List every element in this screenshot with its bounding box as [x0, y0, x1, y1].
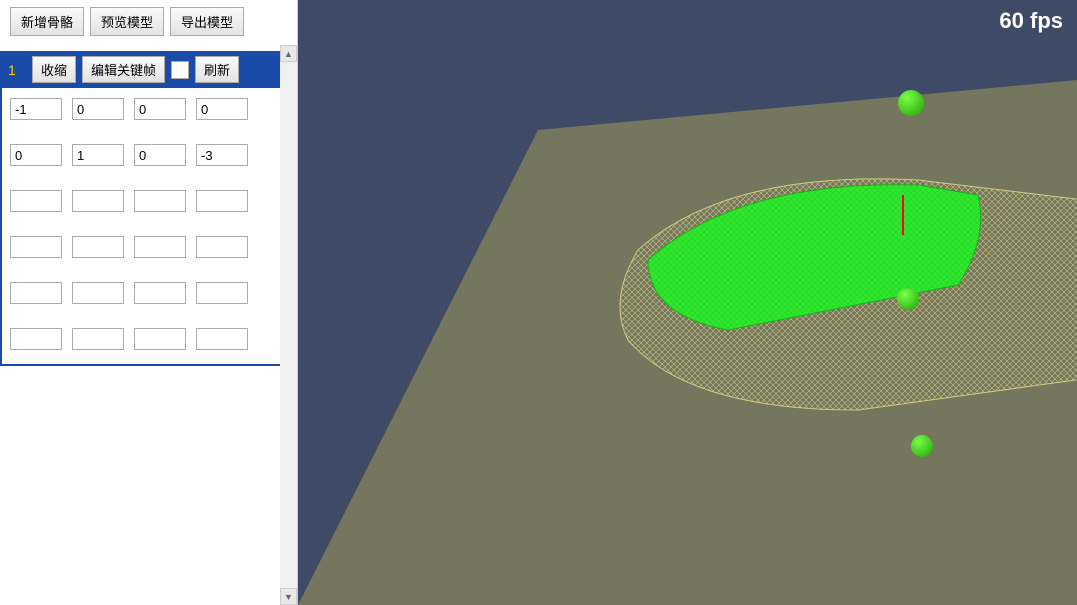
- bone-header: 1 收缩 编辑关键帧 刷新: [0, 51, 297, 88]
- matrix-cell[interactable]: [72, 144, 124, 166]
- matrix-cell[interactable]: [10, 98, 62, 120]
- matrix-cell[interactable]: [10, 190, 62, 212]
- refresh-button[interactable]: 刷新: [195, 56, 239, 83]
- matrix-row: [10, 144, 287, 166]
- add-bone-button[interactable]: 新增骨骼: [10, 7, 84, 36]
- matrix-cell[interactable]: [196, 282, 248, 304]
- matrix-row: [10, 236, 287, 258]
- matrix-cell[interactable]: [10, 144, 62, 166]
- matrix-row: [10, 190, 287, 212]
- matrix-cell[interactable]: [134, 236, 186, 258]
- matrix-cell[interactable]: [134, 282, 186, 304]
- matrix-cell[interactable]: [196, 236, 248, 258]
- matrix-row: [10, 328, 287, 350]
- matrix-cell[interactable]: [72, 98, 124, 120]
- matrix-cell[interactable]: [72, 282, 124, 304]
- preview-model-button[interactable]: 预览模型: [90, 7, 164, 36]
- matrix-row: [10, 98, 287, 120]
- matrix-cell[interactable]: [10, 236, 62, 258]
- scrollbar[interactable]: ▲ ▼: [280, 45, 297, 605]
- scroll-up-icon[interactable]: ▲: [280, 45, 297, 62]
- matrix-row: [10, 282, 287, 304]
- matrix-cell[interactable]: [134, 98, 186, 120]
- edit-keyframe-button[interactable]: 编辑关键帧: [82, 56, 165, 83]
- ship-wireframe: [608, 130, 1077, 450]
- matrix-cell[interactable]: [134, 328, 186, 350]
- bone-index: 1: [8, 62, 26, 78]
- bone-joint-sphere[interactable]: [898, 90, 924, 116]
- matrix-cell[interactable]: [10, 282, 62, 304]
- matrix-cell[interactable]: [72, 190, 124, 212]
- bone-checkbox[interactable]: [171, 61, 189, 79]
- left-panel: 新增骨骼 预览模型 导出模型 1 收缩 编辑关键帧 刷新: [0, 0, 298, 605]
- bone-joint-sphere[interactable]: [911, 435, 933, 457]
- viewport-3d[interactable]: 60 fps: [298, 0, 1077, 605]
- matrix-cell[interactable]: [196, 328, 248, 350]
- bone-joint-sphere[interactable]: [897, 288, 919, 310]
- matrix-cell[interactable]: [72, 236, 124, 258]
- matrix-cell[interactable]: [134, 144, 186, 166]
- main-toolbar: 新增骨骼 预览模型 导出模型: [0, 0, 297, 43]
- matrix-cell[interactable]: [196, 98, 248, 120]
- fps-counter: 60 fps: [999, 8, 1063, 34]
- collapse-button[interactable]: 收缩: [32, 56, 76, 83]
- matrix-cell[interactable]: [10, 328, 62, 350]
- matrix-cell[interactable]: [196, 144, 248, 166]
- matrix-cell[interactable]: [134, 190, 186, 212]
- scroll-down-icon[interactable]: ▼: [280, 588, 297, 605]
- axis-marker-icon: [902, 195, 904, 235]
- matrix-cell[interactable]: [72, 328, 124, 350]
- export-model-button[interactable]: 导出模型: [170, 7, 244, 36]
- bone-body: [0, 88, 297, 366]
- matrix-cell[interactable]: [196, 190, 248, 212]
